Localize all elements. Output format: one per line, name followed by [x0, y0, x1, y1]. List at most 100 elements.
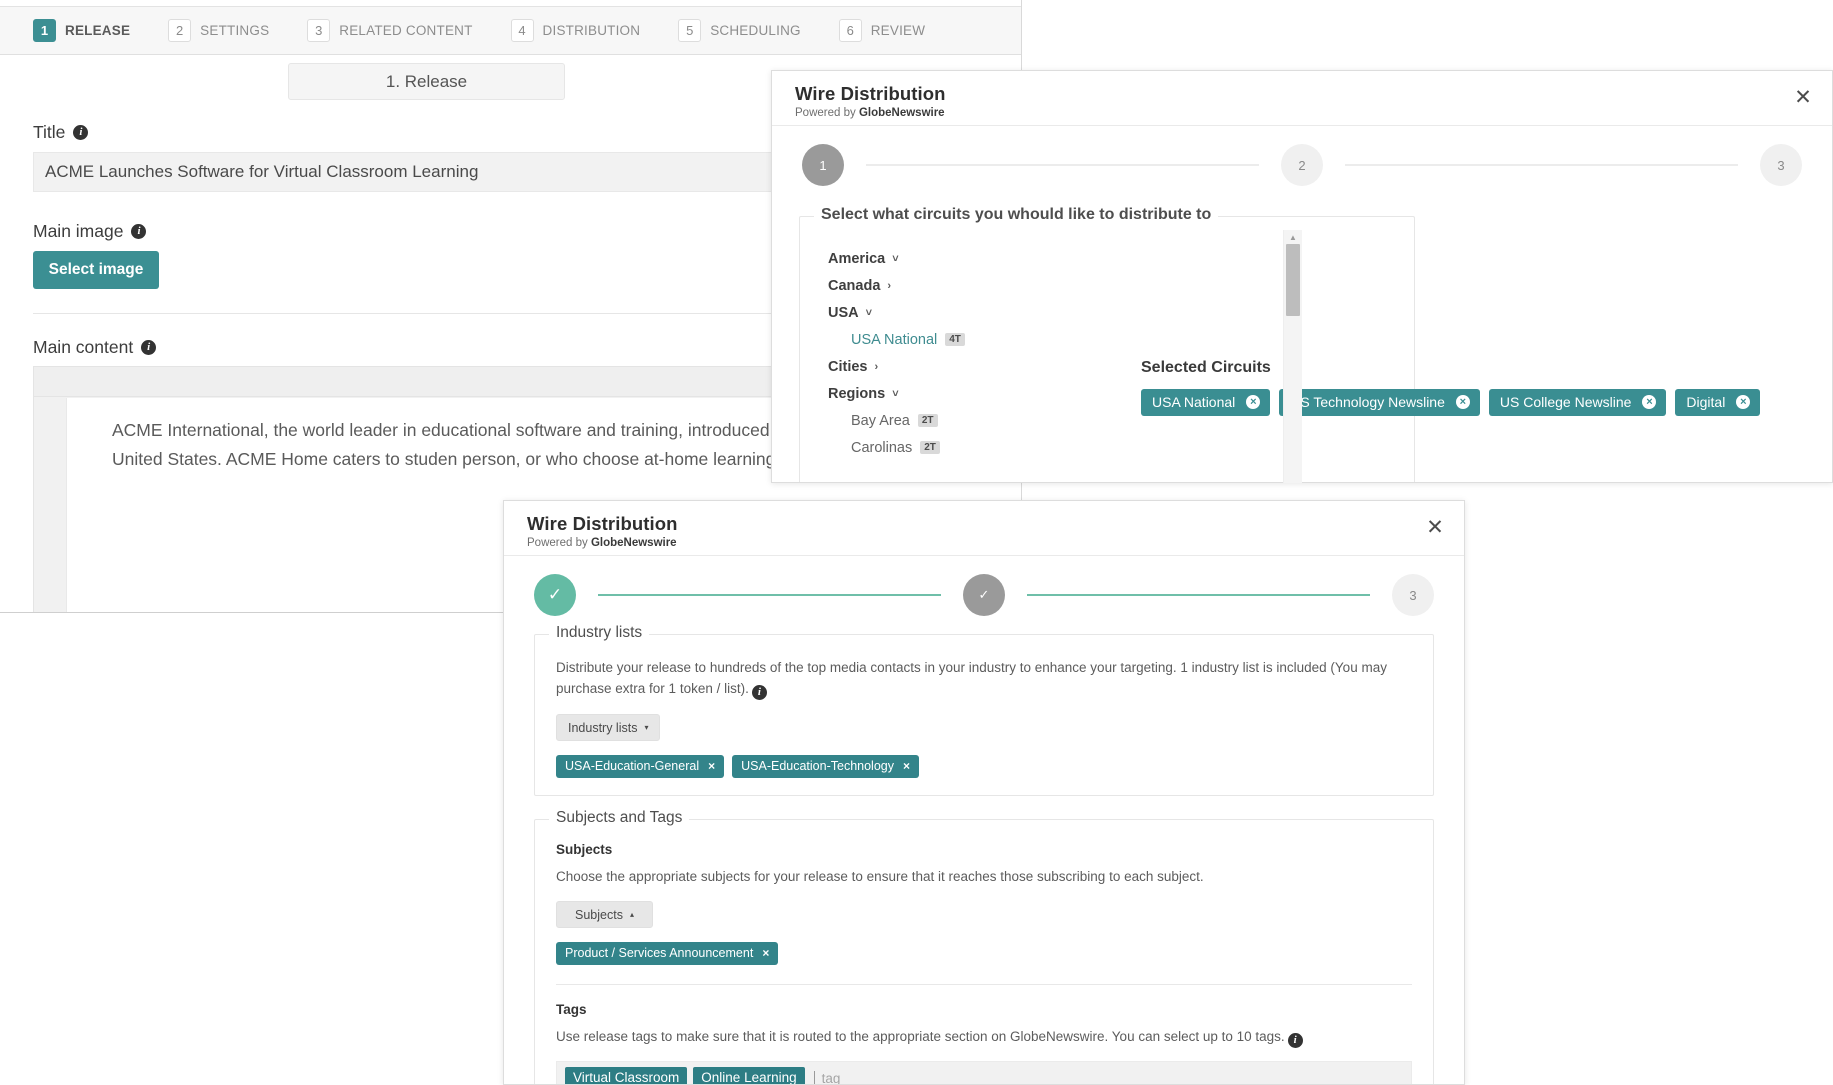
modal1-header: Wire Distribution Powered by GlobeNewswi…: [772, 71, 1832, 126]
subjects-dropdown[interactable]: Subjects ▴: [556, 901, 653, 928]
scroll-up-icon[interactable]: ▲: [1284, 230, 1302, 244]
remove-chip-icon[interactable]: ×: [762, 946, 769, 960]
chevron-down-icon[interactable]: ˅: [892, 388, 898, 400]
wizard-step-number: 6: [839, 19, 862, 42]
tree-node-canada[interactable]: Canada ›: [828, 272, 1414, 299]
industry-lists-help: Distribute your release to hundreds of t…: [556, 657, 1412, 700]
token-badge: 2T: [918, 414, 938, 427]
stepper-line-2: [1027, 594, 1370, 596]
close-icon[interactable]: ✕: [1424, 517, 1446, 539]
circuit-tree[interactable]: America ˅ Canada › USA ˅ USA National 4T: [800, 231, 1414, 483]
powered-by-prefix: Powered by: [795, 107, 859, 119]
tags-help-text: Use release tags to make sure that it is…: [556, 1029, 1285, 1044]
title-field-label: Title i: [33, 122, 88, 143]
tree-label: USA National: [851, 332, 937, 348]
circuit-list-scrollbar[interactable]: ▲: [1283, 230, 1302, 483]
circuit-chip[interactable]: US College Newsline ×: [1489, 389, 1667, 416]
powered-by-brand: GlobeNewswire: [591, 537, 677, 549]
scrollbar-thumb[interactable]: [1286, 244, 1300, 316]
industry-lists-dropdown[interactable]: Industry lists ▾: [556, 714, 660, 741]
subject-chip[interactable]: Product / Services Announcement ×: [556, 942, 778, 965]
info-icon[interactable]: i: [141, 340, 156, 355]
circuit-chip[interactable]: USA National ×: [1141, 389, 1270, 416]
tree-node-usa[interactable]: USA ˅: [828, 299, 1414, 326]
section-heading-release: 1. Release: [288, 63, 565, 100]
wizard-step-scheduling[interactable]: 5 SCHEDULING: [678, 19, 801, 42]
tags-help: Use release tags to make sure that it is…: [556, 1026, 1412, 1048]
tree-label: Carolinas: [851, 440, 912, 456]
tree-label: Regions: [828, 386, 885, 402]
select-image-button[interactable]: Select image: [33, 251, 159, 289]
info-icon[interactable]: i: [752, 685, 767, 700]
industry-help-text: Distribute your release to hundreds of t…: [556, 660, 1387, 696]
wizard-step-related-content[interactable]: 3 RELATED CONTENT: [307, 19, 472, 42]
stepper-step-3[interactable]: 3: [1392, 574, 1434, 616]
chip-label: USA-Education-Technology: [741, 759, 894, 773]
stepper-line-1: [866, 164, 1259, 166]
industry-chip[interactable]: USA-Education-General ×: [556, 755, 724, 778]
chip-label: Product / Services Announcement: [565, 946, 753, 960]
stepper-line-1: [598, 594, 941, 596]
tag-chip[interactable]: Online Learning: [693, 1067, 804, 1085]
token-badge: 4T: [945, 333, 965, 346]
selected-circuits-section: Selected Circuits USA National × US Tech…: [1141, 359, 1781, 416]
chip-label: Digital: [1686, 394, 1725, 410]
wizard-step-number: 2: [168, 19, 191, 42]
wizard-step-release[interactable]: 1 RELEASE: [33, 19, 130, 42]
info-icon[interactable]: i: [73, 125, 88, 140]
tree-label: Bay Area: [851, 413, 910, 429]
remove-chip-icon[interactable]: ×: [1642, 395, 1656, 409]
stepper-step-1[interactable]: 1: [802, 144, 844, 186]
tree-label: Cities: [828, 359, 868, 375]
close-icon[interactable]: ✕: [1792, 87, 1814, 109]
chevron-right-icon[interactable]: ›: [887, 280, 891, 292]
tag-chip[interactable]: Virtual Classroom: [565, 1067, 687, 1085]
remove-chip-icon[interactable]: ×: [1456, 395, 1470, 409]
tree-node-carolinas[interactable]: Carolinas 2T: [828, 434, 1414, 461]
tags-heading: Tags: [556, 1002, 1412, 1017]
wizard-step-review[interactable]: 6 REVIEW: [839, 19, 925, 42]
tree-node-america[interactable]: America ˅: [828, 245, 1414, 272]
chevron-down-icon[interactable]: ˅: [866, 307, 872, 319]
main-content-field-label: Main content i: [33, 337, 156, 358]
modal2-subtitle: Powered by GlobeNewswire: [527, 537, 1464, 549]
circuit-selector-fieldset: Select what circuits you whould like to …: [799, 216, 1415, 483]
circuit-selector-legend: Select what circuits you whould like to …: [814, 206, 1218, 224]
main-image-label-text: Main image: [33, 221, 123, 242]
wizard-step-label: RELATED CONTENT: [339, 23, 472, 38]
tree-node-usa-national[interactable]: USA National 4T: [828, 326, 1414, 353]
stepper-step-2[interactable]: ✓: [963, 574, 1005, 616]
title-input-value: ACME Launches Software for Virtual Class…: [45, 162, 478, 182]
remove-chip-icon[interactable]: ×: [903, 759, 910, 773]
chip-label: USA National: [1152, 394, 1235, 410]
subjects-and-tags-fieldset: Subjects and Tags Subjects Choose the ap…: [534, 819, 1434, 1085]
modal1-title: Wire Distribution: [795, 83, 1832, 105]
title-label-text: Title: [33, 122, 65, 143]
screen-root: 1 RELEASE 2 SETTINGS 3 RELATED CONTENT 4…: [0, 0, 1833, 1085]
industry-lists-legend: Industry lists: [549, 624, 649, 642]
circuit-chip[interactable]: Digital ×: [1675, 389, 1760, 416]
subjects-heading: Subjects: [556, 842, 1412, 857]
tree-label: America: [828, 251, 885, 267]
stepper-step-3[interactable]: 3: [1760, 144, 1802, 186]
info-icon[interactable]: i: [1288, 1033, 1303, 1048]
wizard-step-settings[interactable]: 2 SETTINGS: [168, 19, 269, 42]
circuit-chip[interactable]: US Technology Newsline ×: [1279, 389, 1480, 416]
chevron-down-icon[interactable]: ˅: [892, 253, 898, 265]
stepper-step-1[interactable]: ✓: [534, 574, 576, 616]
chevron-right-icon[interactable]: ›: [875, 361, 879, 373]
remove-chip-icon[interactable]: ×: [1736, 395, 1750, 409]
info-icon[interactable]: i: [131, 224, 146, 239]
subjects-and-tags-legend: Subjects and Tags: [549, 809, 689, 827]
tags-input[interactable]: Virtual Classroom Online Learning tag: [556, 1061, 1412, 1085]
stepper-step-2[interactable]: 2: [1281, 144, 1323, 186]
modal1-subtitle: Powered by GlobeNewswire: [795, 107, 1832, 119]
wizard-step-distribution[interactable]: 4 DISTRIBUTION: [511, 19, 641, 42]
remove-chip-icon[interactable]: ×: [708, 759, 715, 773]
stepper-line-2: [1345, 164, 1738, 166]
wizard-step-label: DISTRIBUTION: [543, 23, 641, 38]
tags-input-placeholder: tag: [822, 1071, 841, 1085]
remove-chip-icon[interactable]: ×: [1246, 395, 1260, 409]
dropdown-label: Subjects: [575, 908, 623, 922]
industry-chip[interactable]: USA-Education-Technology ×: [732, 755, 919, 778]
